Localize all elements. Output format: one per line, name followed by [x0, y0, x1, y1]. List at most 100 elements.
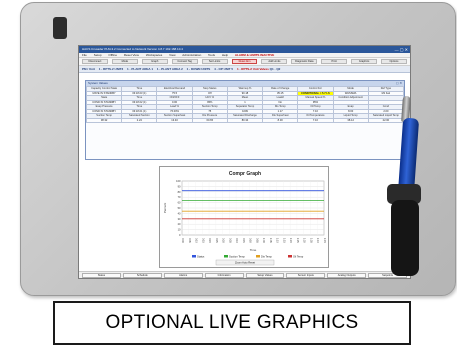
y-tick-label: 100 [176, 179, 181, 183]
x-tick-label: 0:00 [181, 238, 184, 243]
toolbar: Disconnect Mode Graph Connect Tag Set Li… [79, 58, 410, 66]
x-tick-label: 1:20 [289, 238, 292, 243]
chart-title: Compr Graph [229, 171, 261, 177]
title-bar: HACS Crusader PLM-3.2 Connected to Netwo… [79, 46, 410, 53]
breadcrumb-extra[interactable]: Q1 - Q2 [270, 67, 281, 71]
breadcrumb-item[interactable]: 4 - OP UNIT 5 [214, 67, 233, 71]
app-title: HACS Crusader PLM-3.2 Connected to Netwo… [82, 47, 183, 51]
status-tab[interactable]: Status [82, 272, 121, 278]
table-cell: 22.00 [367, 117, 405, 123]
x-tick-label: 1:10 [276, 238, 279, 243]
reset-alarm-button[interactable]: Reset Alm [231, 59, 258, 64]
graphics-button[interactable]: Graphics [351, 59, 378, 64]
legend-swatch [256, 255, 260, 258]
analog-outputs-tab[interactable]: Analog Outputs [327, 272, 367, 278]
mode-button[interactable]: Mode [111, 59, 138, 64]
x-tick-label: 0:55 [255, 238, 258, 243]
y-tick-label: 80 [178, 190, 181, 194]
y-tick-label: 0 [179, 233, 181, 237]
menu-item[interactable]: Help [222, 53, 228, 57]
unit-breadcrumb: PM / Unit 1 - RPTS-2 UNIT3 1 - PLANT ARE… [79, 66, 410, 73]
y-tick-label: 90 [178, 184, 181, 188]
y-tick-label: 30 [178, 217, 181, 221]
options-button[interactable]: Options [381, 59, 407, 64]
y-tick-label: 50 [178, 206, 181, 210]
menu-item[interactable]: Setup [94, 53, 102, 57]
schedule-tab[interactable]: Schedule [122, 272, 162, 278]
table-cell: 80.34 [226, 117, 264, 123]
menu-item[interactable]: Administration [182, 53, 201, 57]
information-tab[interactable]: Information [204, 272, 244, 278]
breadcrumb-current[interactable]: 1 - RPTS-2 Unit Valves [237, 67, 269, 71]
setup-values-tab[interactable]: Setup Values [245, 272, 285, 278]
x-tick-label: 1:00 [262, 238, 265, 243]
menu-item[interactable]: File [82, 53, 87, 57]
x-tick-label: 1:35 [309, 238, 312, 243]
status-bar: Status Schedule Alarms Information Setup… [79, 271, 410, 278]
legend-swatch [288, 255, 292, 258]
add-limits-button[interactable]: Add Limits [261, 59, 288, 64]
table-cell: 38.12 [332, 117, 369, 123]
menu-item[interactable]: Offline [108, 53, 117, 57]
menu-item[interactable]: View [169, 53, 175, 57]
panel-title: System Values [88, 81, 108, 85]
x-tick-label: 0:50 [249, 238, 252, 243]
menu-item[interactable]: Workspaces [146, 53, 162, 57]
stylus-holster [391, 200, 419, 276]
menu-item[interactable]: Tools [208, 53, 215, 57]
x-tick-label: 1:15 [282, 238, 285, 243]
camera-icon [53, 17, 67, 39]
legend-entry: Dis Temp [261, 255, 272, 259]
connect-tag-button[interactable]: Connect Tag [171, 59, 198, 64]
y-tick-label: 70 [178, 195, 181, 199]
x-tick-label: 0:30 [222, 238, 225, 243]
breadcrumb-item[interactable]: 1 - PLANT AREA 1 [127, 67, 153, 71]
y-tick-label: 20 [178, 222, 181, 226]
alarms-tab[interactable]: Alarms [163, 272, 203, 278]
system-values-table: Capacity Control State Time Electrical Dem… [85, 86, 405, 123]
y-tick-label: 10 [178, 228, 181, 232]
diagnostic-data-button[interactable]: Diagnostic Data [291, 59, 318, 64]
compr-graph-chart: Compr Graph 010 2030 405060 7080 90100 0:00 0:0… [163, 171, 326, 266]
print-button[interactable]: Print [321, 59, 348, 64]
menu-item[interactable]: Reset View [124, 53, 139, 57]
table-cell: 13.40 [156, 117, 193, 123]
legend-entry: Status [197, 255, 205, 259]
breadcrumb-item[interactable]: 1 - RPTS-2 UNIT3 [99, 67, 124, 71]
x-tick-label: 0:05 [188, 238, 191, 243]
set-limits-button[interactable]: Set Limits [201, 59, 228, 64]
breadcrumb-item[interactable]: PM / Unit [82, 67, 95, 71]
disconnect-button[interactable]: Disconnect [82, 59, 108, 64]
x-tick-label: 1:40 [316, 238, 319, 243]
window-controls[interactable]: — ▢ ✕ [395, 46, 408, 53]
legend-swatch [192, 255, 196, 258]
legend-swatch [224, 255, 228, 258]
panel-controls[interactable]: ▢ ✕ [396, 81, 402, 86]
caption-banner: OPTIONAL LIVE GRAPHICS [53, 301, 411, 345]
x-tick-label: 1:25 [296, 238, 299, 243]
table-cell: 7.10 [297, 117, 334, 123]
x-tick-label: 0:20 [208, 238, 211, 243]
breadcrumb-item[interactable]: 1 - DOWN UNITS [187, 67, 211, 71]
legend-entry: Suction Temp [229, 255, 245, 259]
table-row: 38.32 2.24 13.40 60.65 80.34 8.30 7.10 38.12 22.… [85, 117, 405, 123]
sensor-inputs-tab[interactable]: Sensor Inputs [286, 272, 326, 278]
breadcrumb-item[interactable]: 1 - PLANT AREA 2 [157, 67, 183, 71]
x-tick-label: 0:35 [228, 238, 231, 243]
x-tick-label: 1:45 [323, 238, 326, 243]
panel-header: System Values ▢ ✕ [86, 81, 404, 86]
tablet-screen: HACS Crusader PLM-3.2 Connected to Netwo… [78, 45, 411, 279]
x-tick-label: 1:30 [303, 238, 306, 243]
y-tick-label: 60 [178, 201, 181, 205]
system-values-panel: System Values ▢ ✕ Capacity Control State… [85, 80, 405, 160]
x-tick-label: 0:40 [235, 238, 238, 243]
graph-controls: Zoom Auto Reset [235, 261, 255, 265]
x-tick-label: 0:10 [195, 238, 198, 243]
table-cell: 60.65 [191, 117, 228, 123]
graph-button[interactable]: Graph [141, 59, 168, 64]
y-axis-label: Percent [163, 203, 167, 214]
legend-entry: Oil Temp [293, 255, 304, 259]
x-tick-label: 0:25 [215, 238, 218, 243]
table-cell: 8.30 [262, 117, 299, 123]
compr-graph-panel: Compr Graph 0 10 20 30 40 50 60 70 80 90 100 0:00 0:0… [159, 166, 329, 268]
